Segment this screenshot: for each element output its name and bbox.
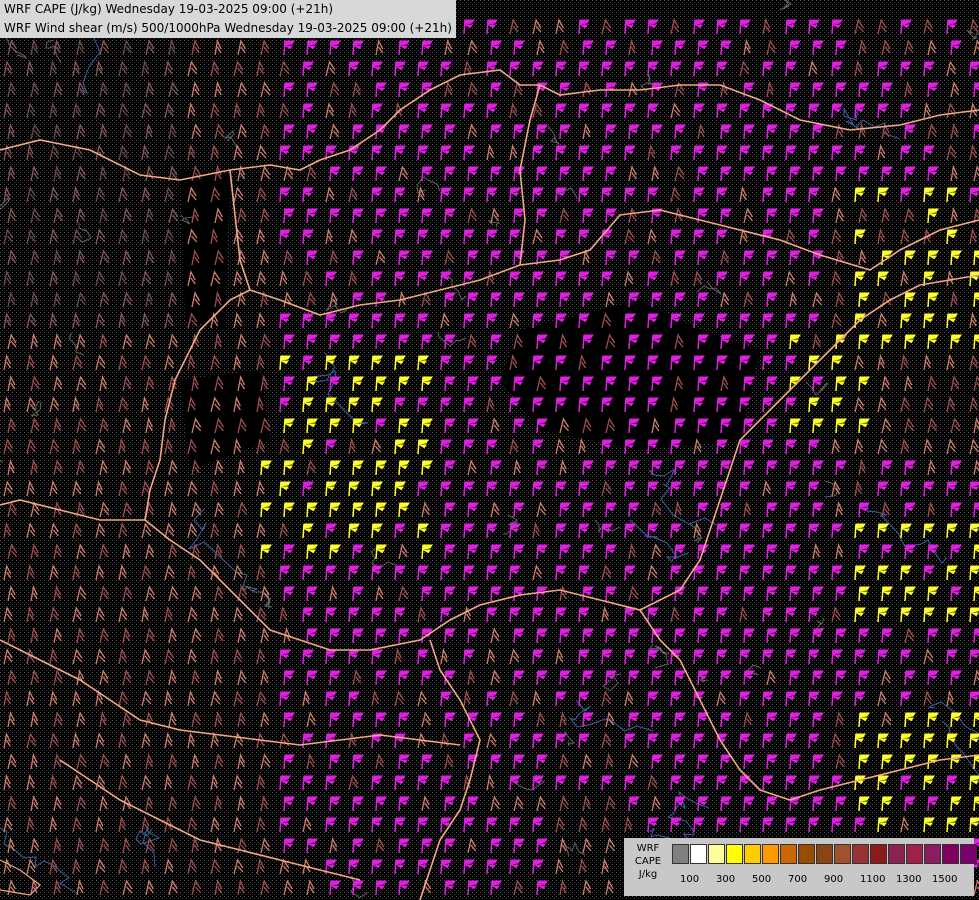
legend-tick-label: 700 <box>788 874 808 885</box>
weather-map <box>0 0 979 900</box>
legend-swatch <box>888 844 905 864</box>
legend-label: WRF CAPE J/kg <box>634 843 662 880</box>
legend-swatch <box>708 844 725 864</box>
legend-swatch <box>834 844 851 864</box>
legend-tick-label: 1300 <box>896 874 922 885</box>
shear-title: WRF Wind shear (m/s) 500/1000hPa Wednesd… <box>4 21 452 35</box>
legend-swatch <box>744 844 761 864</box>
legend-tick-label: 100 <box>680 874 700 885</box>
cape-legend: WRF CAPE J/kg 100 300 500 700 900 1100 1300 150… <box>624 838 977 896</box>
legend-tick-label: 300 <box>716 874 736 885</box>
legend-swatch <box>924 844 941 864</box>
legend-swatch <box>798 844 815 864</box>
legend-tick-label: 1100 <box>860 874 886 885</box>
legend-swatch <box>942 844 959 864</box>
legend-ticks: 100 300 500 700 900 1100 1300 1500 <box>672 874 972 888</box>
legend-tick-label: 500 <box>752 874 772 885</box>
legend-tick-label: 1500 <box>932 874 958 885</box>
legend-swatch <box>690 844 707 864</box>
map-title: WRF CAPE (J/kg) Wednesday 19-03-2025 09:… <box>0 0 456 38</box>
legend-swatch <box>960 844 977 864</box>
legend-swatch <box>870 844 887 864</box>
legend-swatch <box>906 844 923 864</box>
legend-tick-label: 900 <box>824 874 844 885</box>
legend-swatches <box>672 844 978 866</box>
cape-title: WRF CAPE (J/kg) Wednesday 19-03-2025 09:… <box>4 2 333 16</box>
legend-swatch <box>672 844 689 864</box>
legend-swatch <box>780 844 797 864</box>
legend-swatch <box>726 844 743 864</box>
legend-swatch <box>816 844 833 864</box>
legend-swatch <box>762 844 779 864</box>
legend-swatch <box>852 844 869 864</box>
